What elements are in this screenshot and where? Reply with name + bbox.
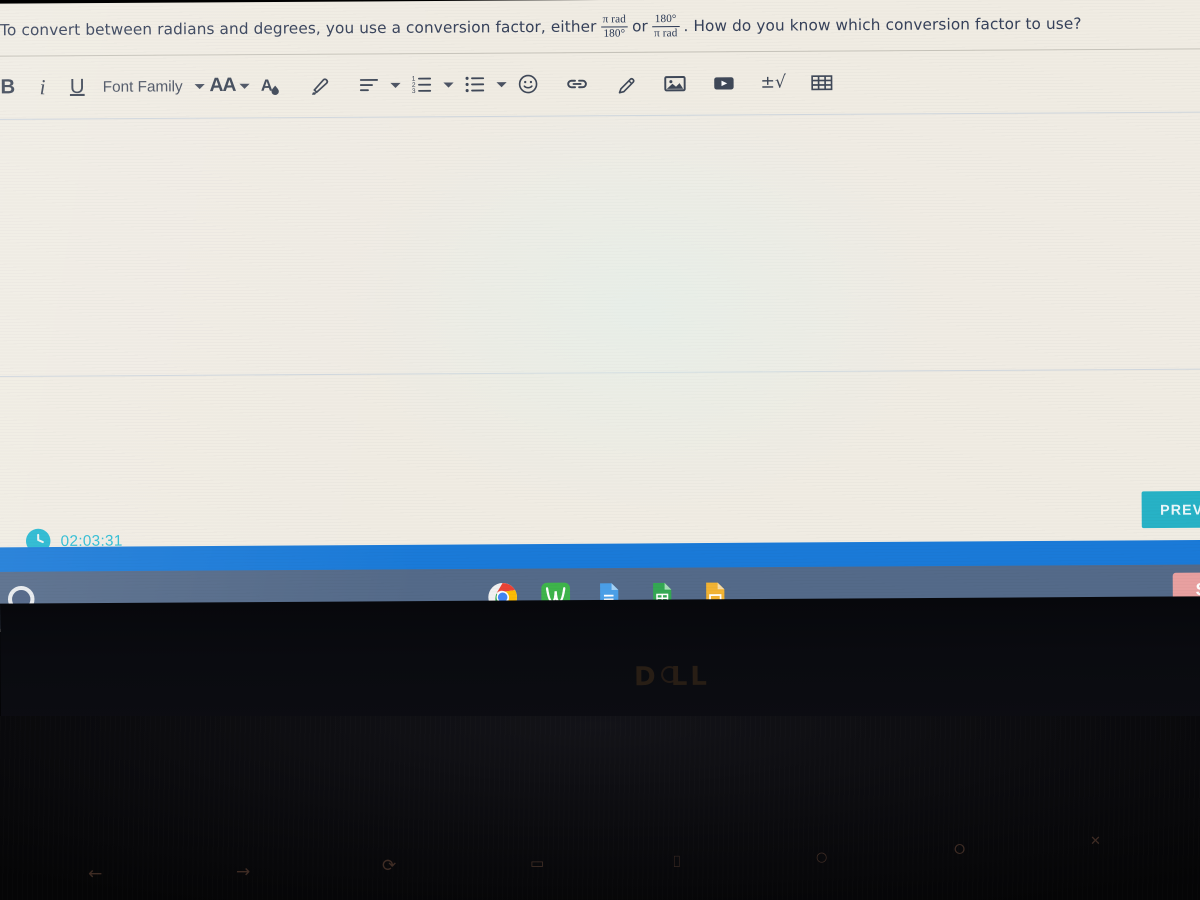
text-color-icon: A xyxy=(261,77,280,96)
chevron-down-icon[interactable] xyxy=(194,83,206,89)
chevron-down-icon[interactable] xyxy=(443,81,455,88)
math-icon: ±√ xyxy=(760,72,787,93)
previous-button[interactable]: PREVIOUS xyxy=(1141,490,1200,529)
emoji-icon xyxy=(519,74,538,94)
key-brightness-up-icon[interactable]: ⭘ xyxy=(954,842,965,858)
svg-text:A: A xyxy=(261,77,273,95)
bulleted-list-icon xyxy=(465,76,485,93)
align-button[interactable] xyxy=(352,65,387,106)
editor-toolbar: B i U Font Family AA A 1 2 3 ±√ xyxy=(0,50,1200,117)
insert-video-button[interactable] xyxy=(707,62,742,103)
fraction-2-denominator: π rad xyxy=(652,26,680,41)
table-icon xyxy=(811,75,833,91)
highlighter-button[interactable] xyxy=(303,65,338,106)
fraction-pi-rad-over-180: π rad 180° xyxy=(601,13,629,41)
svg-text:3: 3 xyxy=(412,88,416,95)
underline-button[interactable]: U xyxy=(60,66,95,107)
insert-table-button[interactable] xyxy=(805,62,840,103)
font-size-label: AA xyxy=(209,74,236,97)
laptop-photo: . To convert between radians and degrees… xyxy=(0,0,1200,900)
laptop-bezel xyxy=(0,596,1200,734)
link-icon xyxy=(567,79,588,89)
laptop-screen: . To convert between radians and degrees… xyxy=(0,0,1200,633)
chevron-down-icon[interactable] xyxy=(496,81,508,87)
question-connector: or xyxy=(632,16,648,35)
key-reload-icon[interactable]: ⟳ xyxy=(382,856,396,876)
key-fullscreen-icon[interactable]: ▭ xyxy=(530,854,544,872)
insert-image-button[interactable] xyxy=(658,63,693,104)
question-lead: . To convert between radians and degrees… xyxy=(0,16,597,39)
chevron-down-icon[interactable] xyxy=(390,82,401,88)
dell-logo-o xyxy=(659,662,671,692)
fraction-180-over-pi-rad: 180° π rad xyxy=(652,13,680,41)
text-color-button[interactable]: A xyxy=(254,65,289,106)
function-key-row: ← → ⟳ ▭ ⌷ ○ ⭘ ✕ xyxy=(0,716,1200,900)
question-tail: . How do you know which conversion facto… xyxy=(683,13,1082,35)
highlighter-icon xyxy=(312,78,329,95)
key-brightness-down-icon[interactable]: ○ xyxy=(816,850,827,865)
fraction-2-numerator: 180° xyxy=(654,13,677,26)
font-size-dropdown[interactable]: AA xyxy=(209,65,236,106)
italic-button[interactable]: i xyxy=(25,67,60,108)
key-overview-icon[interactable]: ⌷ xyxy=(672,852,682,872)
key-mute-icon[interactable]: ✕ xyxy=(1090,834,1101,849)
key-forward-icon[interactable]: → xyxy=(236,862,250,882)
bold-button[interactable]: B xyxy=(0,67,25,108)
dell-logo: D LL xyxy=(633,661,711,693)
chevron-down-icon[interactable] xyxy=(239,83,251,89)
keyboard-deck: ← → ⟳ ▭ ⌷ ○ ⭘ ✕ xyxy=(0,716,1200,900)
image-icon xyxy=(664,76,687,92)
math-equation-button[interactable]: ±√ xyxy=(756,62,791,103)
numbered-list-icon: 123 xyxy=(412,76,432,95)
question-text: . To convert between radians and degrees… xyxy=(0,0,1200,57)
bulleted-list-button[interactable] xyxy=(458,64,493,105)
key-back-icon[interactable]: ← xyxy=(88,864,102,884)
video-icon xyxy=(714,77,735,90)
numbered-list-button[interactable]: 123 xyxy=(405,64,440,105)
pencil-icon xyxy=(619,78,635,94)
fraction-1-numerator: π rad xyxy=(602,13,626,26)
emoji-button[interactable] xyxy=(511,64,546,105)
font-family-dropdown[interactable]: Font Family xyxy=(95,77,191,96)
link-button[interactable] xyxy=(560,63,595,104)
answer-editor-textarea[interactable] xyxy=(0,111,1200,378)
fraction-1-denominator: 180° xyxy=(601,26,628,41)
draw-button[interactable] xyxy=(609,63,644,104)
align-left-icon xyxy=(360,78,379,92)
